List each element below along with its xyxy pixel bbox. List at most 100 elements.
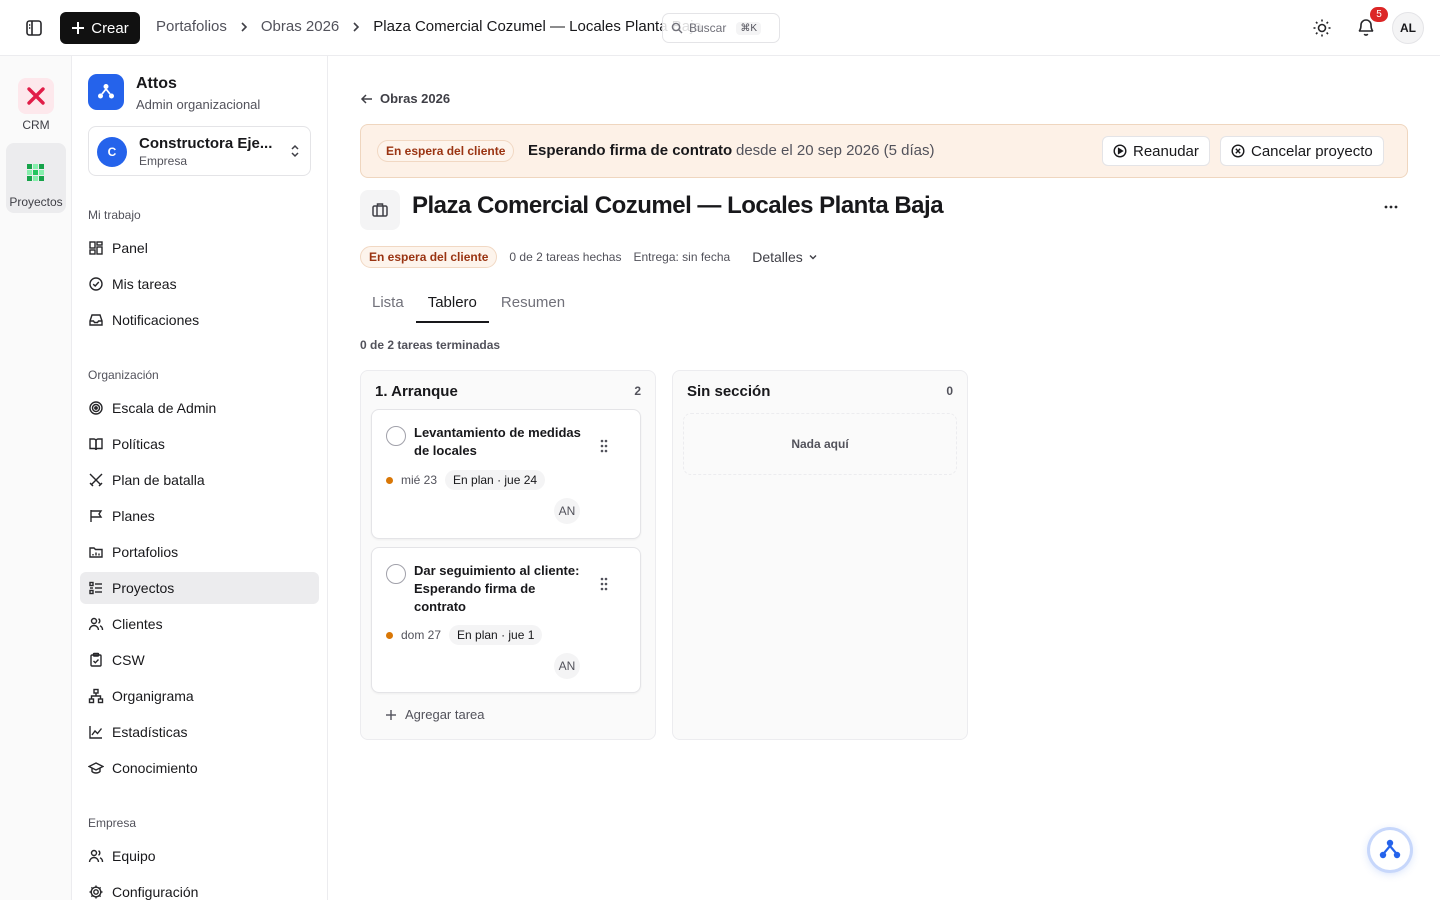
drag-handle-icon[interactable] [598,438,610,454]
assistant-button[interactable] [1370,830,1410,870]
column-title: 1. Arranque [375,383,458,400]
sidebar-item-proyectos[interactable]: Proyectos [80,572,319,604]
task-checkbox[interactable] [386,564,406,584]
progress-text: 0 de 2 tareas terminadas [360,338,501,352]
gear-icon [89,885,103,899]
add-task-button[interactable]: Agregar tarea [385,707,485,722]
resume-button[interactable]: Reanudar [1102,136,1210,166]
task-checkbox[interactable] [386,426,406,446]
target-icon [89,401,103,415]
project-meta: En espera del cliente 0 de 2 tareas hech… [360,246,819,268]
section-label-organizacion: Organización [88,368,159,382]
users-icon [88,617,104,631]
assignee-avatar[interactable]: AN [554,498,580,524]
sidebar-item-plan-batalla[interactable]: Plan de batalla [80,464,319,496]
details-label: Detalles [752,249,803,265]
section-label-mi-trabajo: Mi trabajo [88,208,141,222]
tab-lista[interactable]: Lista [360,292,416,323]
sidebar-item-mis-tareas[interactable]: Mis tareas [80,268,319,300]
sidebar-item-panel[interactable]: Panel [80,232,319,264]
task-title: Dar seguimiento al cliente: Esperando fi… [414,563,580,614]
back-link[interactable]: Obras 2026 [360,91,450,106]
briefcase-icon [360,190,400,230]
sidebar-item-label: Estadísticas [112,724,188,740]
x-circle-icon [1231,144,1245,158]
status-banner: En espera del cliente Esperando firma de… [360,124,1408,178]
user-avatar[interactable]: AL [1392,12,1424,44]
column-count: 2 [634,384,641,398]
arrow-left-icon [360,93,372,104]
sidebar-item-label: Plan de batalla [112,472,205,488]
cancel-label: Cancelar proyecto [1251,142,1373,160]
breadcrumb-obras[interactable]: Obras 2026 [261,18,339,35]
create-button[interactable]: Crear [60,12,140,44]
list-icon [89,581,102,595]
assignee-avatar[interactable]: AN [554,653,580,679]
sidebar-item-planes[interactable]: Planes [80,500,319,532]
rail-item-proyectos[interactable]: Proyectos [6,143,66,213]
top-bar: Crear Portafolios Obras 2026 Plaza Comer… [0,0,1440,56]
notification-badge: 5 [1370,7,1388,22]
sidebar-item-label: Conocimiento [112,760,198,776]
task-card[interactable]: Dar seguimiento al cliente: Esperando fi… [371,547,641,693]
app-rail: CRM Proyectos [0,56,72,900]
back-link-label: Obras 2026 [380,91,451,106]
chevron-down-icon [809,255,817,260]
breadcrumb-current: Plaza Comercial Cozumel — Locales Planta… [373,18,702,35]
board-column-arranque: 1. Arranque 2 Levantamiento de medidas d… [360,370,656,740]
sidebar-item-clientes[interactable]: Clientes [80,608,319,640]
tab-tablero[interactable]: Tablero [415,292,489,323]
book-icon [89,438,103,451]
line-chart-icon [89,726,103,739]
company-avatar: C [97,137,127,167]
proyectos-grid-icon [18,155,54,191]
company-selector[interactable]: C Constructora Eje... Empresa [88,126,311,176]
sidebar-item-escala[interactable]: Escala de Admin [80,392,319,424]
more-options-icon[interactable] [1381,197,1401,217]
search-placeholder: Buscar [689,21,727,35]
sidebar-item-politicas[interactable]: Políticas [80,428,319,460]
add-task-label: Agregar tarea [405,707,485,722]
sidebar-item-conocimiento[interactable]: Conocimiento [80,752,319,784]
status-badge: En espera del cliente [360,246,498,268]
sun-icon[interactable] [1312,18,1332,38]
sidebar-item-estadisticas[interactable]: Estadísticas [80,716,319,748]
play-circle-icon [1113,144,1127,158]
folder-icon [89,547,103,558]
assistant-logo-icon [1379,839,1401,859]
chevron-right-icon [241,21,248,32]
sidebar-toggle-icon[interactable] [24,18,44,38]
sidebar-item-csw[interactable]: CSW [80,644,319,676]
column-title: Sin sección [687,383,771,400]
view-tabs: Lista Tablero Resumen [360,292,577,323]
rail-item-crm[interactable]: CRM [6,58,66,132]
sidebar-item-label: Políticas [112,436,165,452]
task-due-row: mié 23 En plan · jue 24 [386,470,546,490]
breadcrumb-portafolios[interactable]: Portafolios [156,18,227,35]
sidebar-item-configuracion[interactable]: Configuración [80,876,319,900]
cancel-project-button[interactable]: Cancelar proyecto [1220,136,1384,166]
breadcrumb: Portafolios Obras 2026 Plaza Comercial C… [156,18,702,35]
drag-handle-icon[interactable] [598,576,610,592]
section-label-empresa: Empresa [88,816,137,830]
status-badge: En espera del cliente [377,140,515,162]
plan-chip: En plan · jue 1 [449,625,543,645]
project-title: Plaza Comercial Cozumel — Locales Planta… [412,192,944,219]
task-title: Levantamiento de medidas de locales [414,425,581,458]
tasks-done-text: 0 de 2 tareas hechas [509,250,622,264]
sidebar-item-label: Clientes [112,616,163,632]
clipboard-icon [90,652,102,667]
sidebar-item-label: Proyectos [112,580,175,596]
sidebar-item-portafolios[interactable]: Portafolios [80,536,319,568]
due-dot [386,476,393,484]
org-chart-icon [88,688,104,704]
task-card[interactable]: Levantamiento de medidas de locales mié … [371,409,641,539]
search-input[interactable]: Buscar ⌘K [662,13,780,43]
org-name: Attos [136,75,177,92]
sidebar-item-notificaciones[interactable]: Notificaciones [80,304,319,336]
task-due: mié 23 [401,473,438,487]
tab-resumen[interactable]: Resumen [489,292,577,323]
sidebar-item-equipo[interactable]: Equipo [80,840,319,872]
sidebar-item-organigrama[interactable]: Organigrama [80,680,319,712]
details-button[interactable]: Detalles [752,249,819,265]
